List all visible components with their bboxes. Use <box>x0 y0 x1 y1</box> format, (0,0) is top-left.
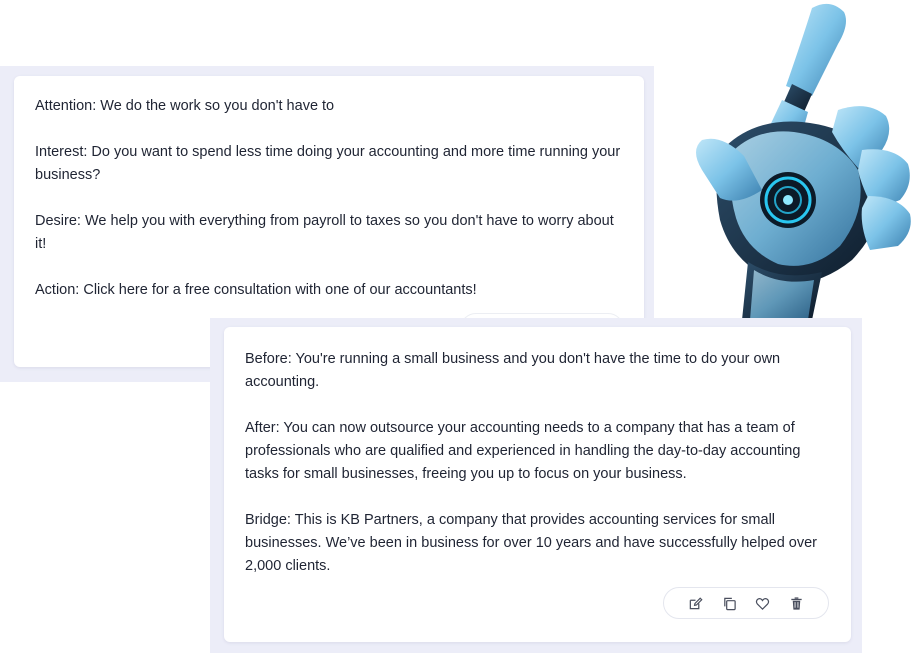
before-text: Before: You're running a small business … <box>245 351 781 390</box>
robot-hand-image <box>696 3 911 320</box>
after-text: After: You can now outsource your accoun… <box>245 420 801 482</box>
favorite-button[interactable] <box>751 591 775 615</box>
interest-text: Interest: Do you want to spend less time… <box>35 144 621 183</box>
bridge-text: Bridge: This is KB Partners, a company t… <box>245 512 817 574</box>
desire-text: Desire: We help you with everything from… <box>35 213 614 252</box>
attention-text: Attention: We do the work so you don't h… <box>35 98 335 114</box>
edit-button[interactable] <box>684 591 708 615</box>
copy-button[interactable] <box>717 591 741 615</box>
bab-result-card: Before: You're running a small business … <box>224 327 851 642</box>
copy-icon <box>723 597 736 610</box>
edit-icon <box>689 596 703 609</box>
trash-icon <box>791 596 802 610</box>
action-text: Action: Click here for a free consultati… <box>35 282 477 298</box>
card-toolbar <box>663 587 829 619</box>
delete-button[interactable] <box>784 591 808 615</box>
heart-icon <box>756 597 770 610</box>
